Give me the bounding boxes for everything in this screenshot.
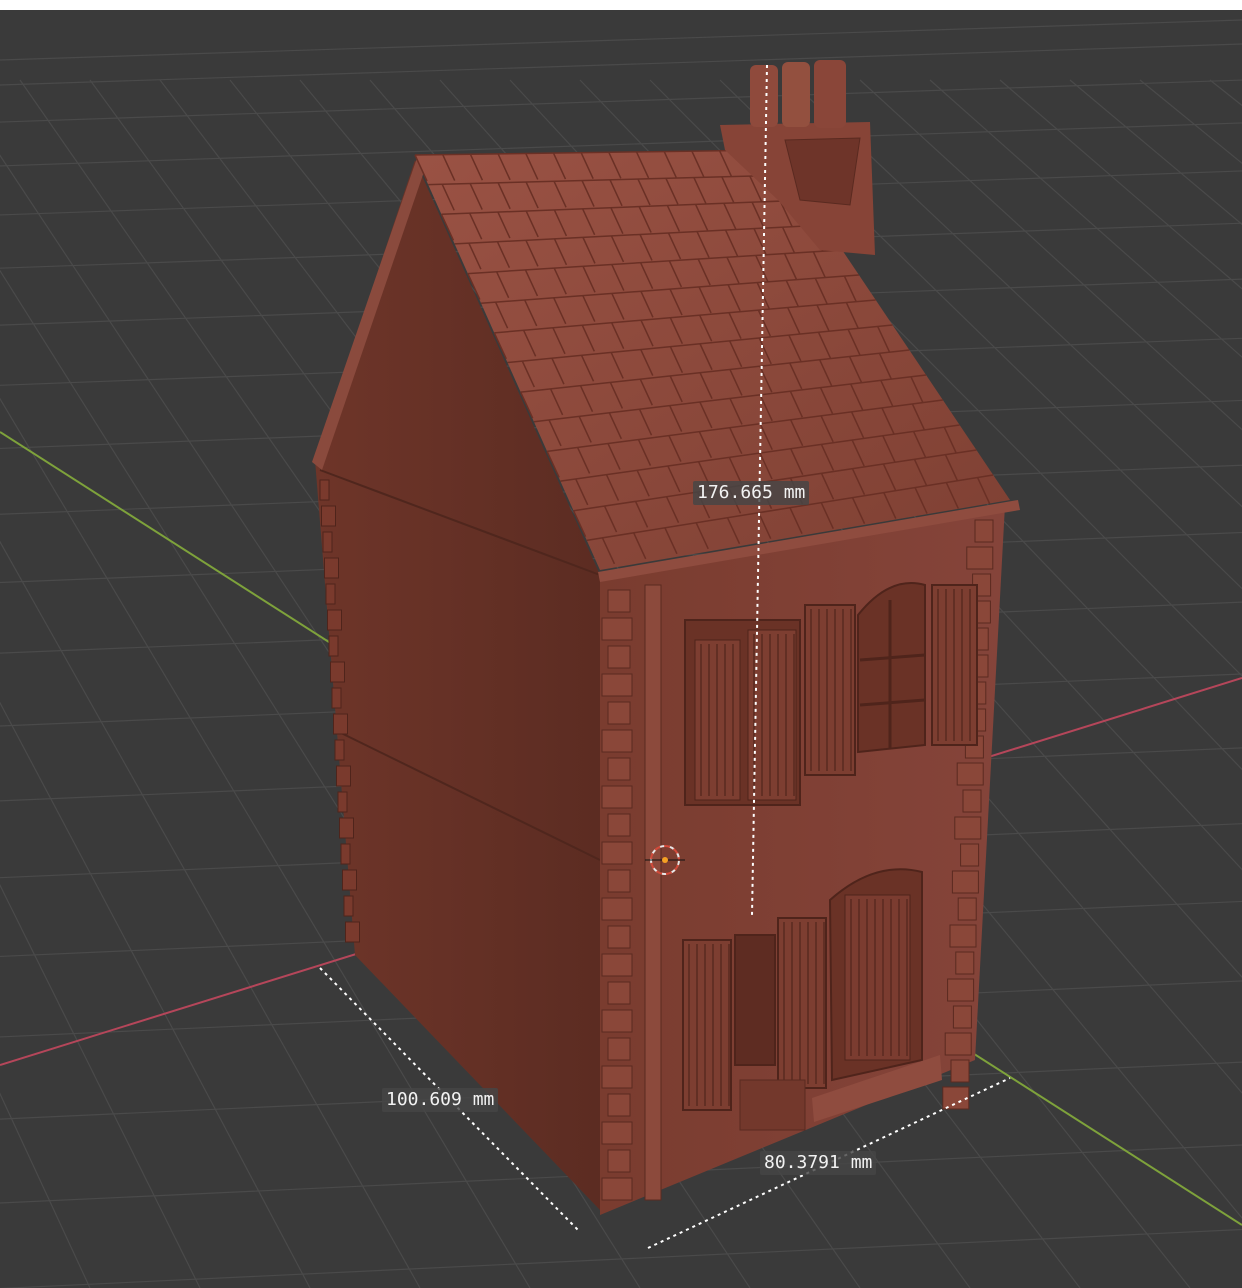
chimney-pot: [782, 62, 810, 127]
chimney-pot: [814, 60, 846, 128]
chimney-pot: [750, 65, 778, 127]
brick-patch: [739, 1079, 806, 1131]
origin-dot-icon: [662, 857, 668, 863]
height-measurement-label[interactable]: 176.665 mm: [693, 481, 810, 505]
width-measurement-label[interactable]: 80.3791 mm: [760, 1151, 877, 1175]
downpipe: [644, 584, 662, 1201]
depth-measurement-label[interactable]: 100.609 mm: [382, 1088, 499, 1112]
3d-viewport[interactable]: [0, 0, 1242, 1288]
upper-window-left: [684, 619, 801, 806]
